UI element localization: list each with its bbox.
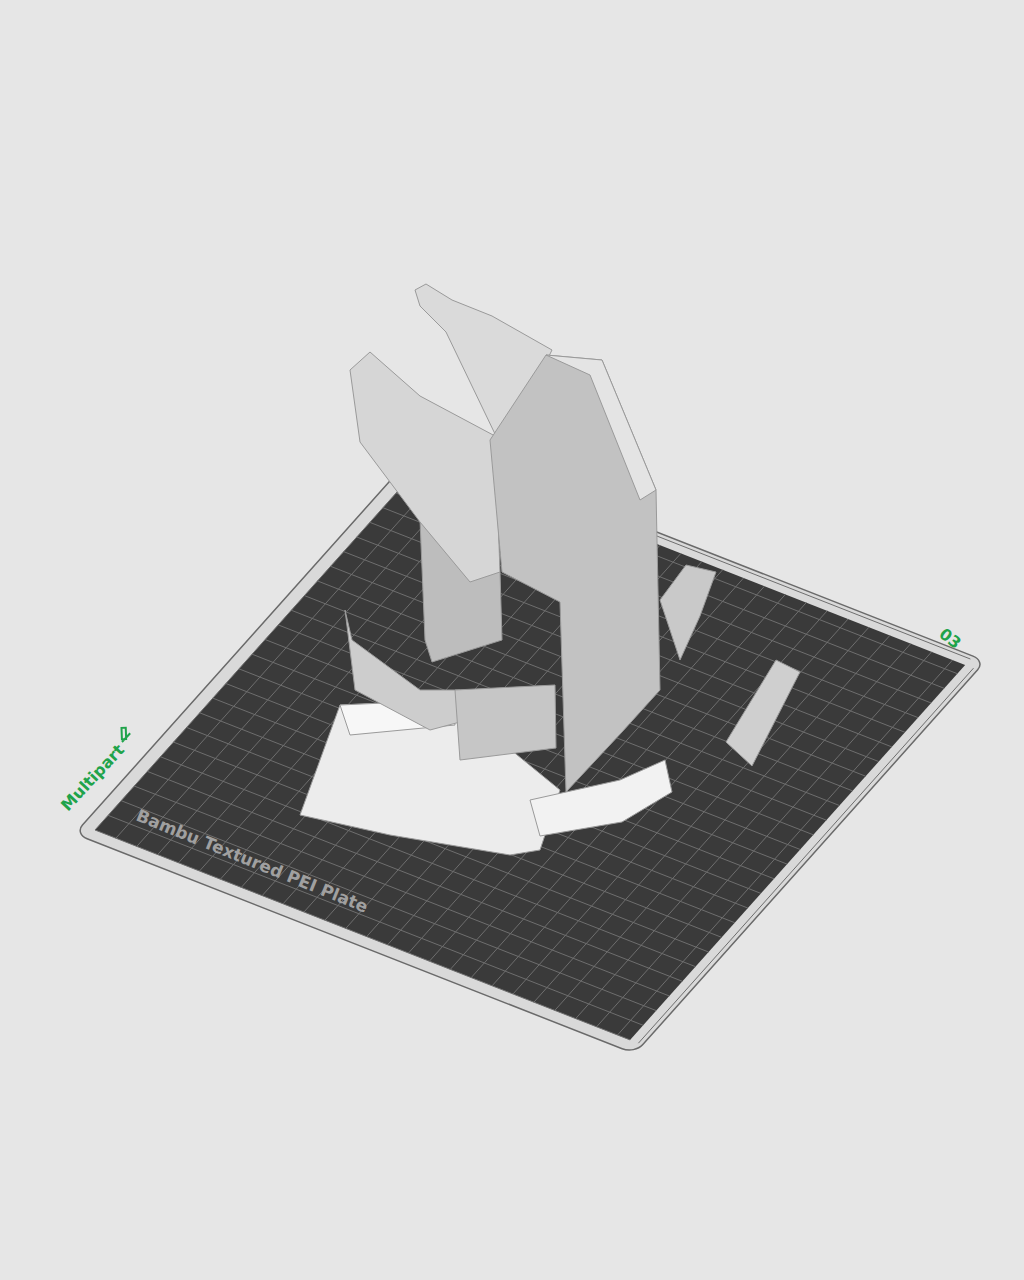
edit-icon[interactable] — [115, 726, 132, 743]
slicer-viewport: Bambu Textured PEI PlateMultipart03 — [0, 0, 1024, 1280]
model-part[interactable] — [660, 565, 716, 660]
plate-number: 03 — [936, 624, 965, 653]
model-part[interactable] — [490, 355, 660, 792]
plate-scene[interactable]: Bambu Textured PEI PlateMultipart03 — [0, 0, 1024, 1280]
model-part[interactable] — [546, 355, 656, 500]
model-part[interactable] — [726, 660, 800, 766]
model-part[interactable] — [455, 685, 556, 760]
model-part[interactable] — [530, 760, 672, 836]
plate-label[interactable]: Multipart — [57, 740, 128, 814]
